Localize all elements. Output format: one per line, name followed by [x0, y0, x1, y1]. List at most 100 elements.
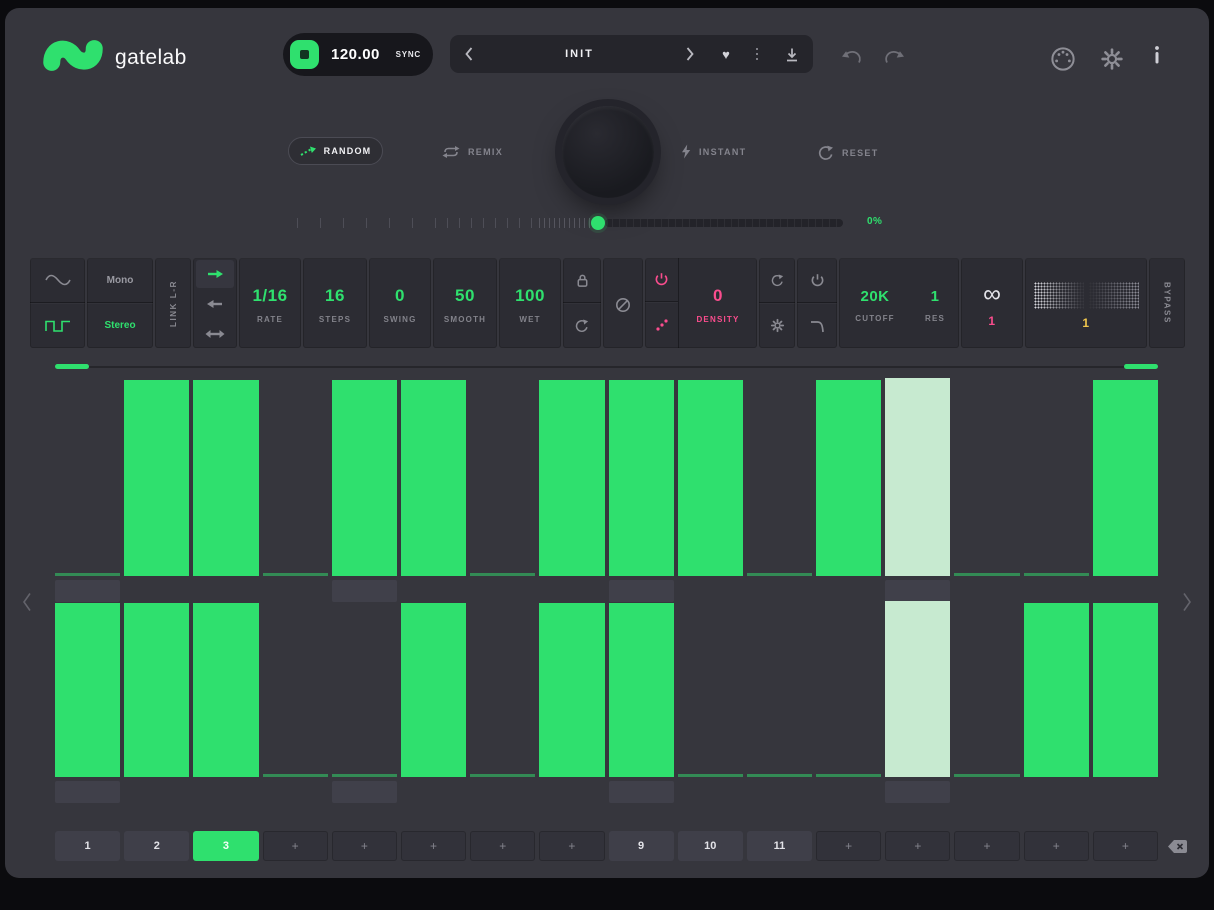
pattern-slot-add[interactable]: +	[401, 831, 466, 861]
bpm-value[interactable]: 120.00	[331, 46, 380, 63]
step-bar-zone[interactable]	[609, 380, 674, 576]
step-bar-zone[interactable]	[470, 603, 535, 777]
sync-toggle[interactable]: SYNC	[396, 50, 433, 59]
step-bar[interactable]	[1093, 380, 1158, 576]
step-column[interactable]	[954, 380, 1019, 603]
filter-power-button[interactable]	[797, 258, 837, 303]
square-wave-button[interactable]	[30, 303, 85, 347]
rate-value[interactable]: 1/16	[252, 286, 287, 306]
step-column[interactable]	[263, 380, 328, 603]
step-bar-zone[interactable]	[55, 380, 120, 576]
sine-wave-button[interactable]	[30, 258, 85, 303]
step-bar-zone[interactable]	[124, 603, 189, 777]
stereo-button[interactable]: Stereo	[87, 303, 153, 347]
step-bar-zone[interactable]	[609, 603, 674, 777]
step-bar-zone[interactable]	[539, 603, 604, 777]
step-column[interactable]	[1093, 603, 1158, 804]
step-bar-zone[interactable]	[401, 603, 466, 777]
step-column[interactable]	[609, 603, 674, 804]
loop-button[interactable]	[563, 303, 601, 347]
step-bar[interactable]	[401, 603, 466, 777]
step-bar-zone[interactable]	[885, 603, 950, 777]
settings-button[interactable]	[1100, 47, 1124, 71]
step-bar-zone[interactable]	[124, 380, 189, 576]
direction-pendulum-button[interactable]	[196, 320, 234, 348]
dither-texture-b-icon[interactable]	[1089, 282, 1139, 309]
preset-name[interactable]: INIT	[488, 48, 671, 60]
step-bar-zone[interactable]	[401, 380, 466, 576]
pattern-slot-2[interactable]: 2	[124, 831, 189, 861]
reset-button[interactable]: RESET	[818, 145, 879, 161]
playhead-bar[interactable]	[885, 601, 950, 777]
step-column[interactable]	[263, 603, 328, 804]
swing-value[interactable]: 0	[395, 286, 405, 306]
loop-count-control[interactable]: ∞ 1	[961, 258, 1023, 348]
random-amount-slider[interactable]	[295, 214, 851, 232]
step-column[interactable]	[885, 380, 950, 603]
favorite-button[interactable]: ♥	[709, 35, 743, 73]
preset-prev-button[interactable]	[450, 35, 488, 73]
step-bar-zone[interactable]	[678, 603, 743, 777]
slider-thumb[interactable]	[591, 216, 605, 230]
res-control[interactable]: 1 RES	[911, 258, 959, 348]
step-bar[interactable]	[193, 603, 258, 777]
sequence-prev-button[interactable]	[22, 592, 32, 612]
step-bar-zone[interactable]	[193, 380, 258, 576]
stop-button[interactable]	[290, 40, 319, 69]
step-column[interactable]	[332, 380, 397, 603]
remix-button[interactable]: REMIX	[442, 145, 503, 159]
cutoff-value[interactable]: 20K	[860, 288, 889, 305]
pattern-slot-11[interactable]: 11	[747, 831, 812, 861]
wet-value[interactable]: 100	[515, 286, 545, 306]
cutoff-control[interactable]: 20K CUTOFF	[839, 258, 911, 348]
pattern-slot-add[interactable]: +	[885, 831, 950, 861]
step-column[interactable]	[1024, 603, 1089, 804]
loop-count-value[interactable]: 1	[988, 314, 995, 328]
step-column[interactable]	[401, 380, 466, 603]
pattern-slot-add[interactable]: +	[332, 831, 397, 861]
step-bar-zone[interactable]	[193, 603, 258, 777]
randomizer-knob[interactable]	[562, 106, 654, 198]
step-bar-zone[interactable]	[55, 603, 120, 777]
pattern-slot-10[interactable]: 10	[678, 831, 743, 861]
instant-button[interactable]: INSTANT	[681, 144, 746, 159]
step-column[interactable]	[1093, 380, 1158, 603]
step-bar-zone[interactable]	[263, 380, 328, 576]
step-bar-zone[interactable]	[263, 603, 328, 777]
step-column[interactable]	[401, 603, 466, 804]
step-bar[interactable]	[124, 380, 189, 576]
preset-menu-button[interactable]	[743, 35, 771, 73]
step-column[interactable]	[55, 603, 120, 804]
density-dice-button[interactable]	[645, 302, 678, 346]
step-column[interactable]	[124, 380, 189, 603]
step-bar-zone[interactable]	[1093, 603, 1158, 777]
step-bar-zone[interactable]	[954, 603, 1019, 777]
step-bar[interactable]	[1024, 603, 1089, 777]
step-bar-zone[interactable]	[1024, 603, 1089, 777]
step-column[interactable]	[816, 380, 881, 603]
step-column[interactable]	[332, 603, 397, 804]
slider-track[interactable]	[605, 219, 843, 227]
playhead-bar[interactable]	[885, 378, 950, 576]
step-bar[interactable]	[609, 603, 674, 777]
lock-button[interactable]	[563, 258, 601, 303]
step-bar-zone[interactable]	[816, 603, 881, 777]
auto-refresh-button[interactable]	[759, 258, 795, 303]
direction-forward-button[interactable]	[196, 260, 234, 288]
steps-value[interactable]: 16	[325, 286, 345, 306]
sequence-next-button[interactable]	[1182, 592, 1192, 612]
step-bar-zone[interactable]	[816, 380, 881, 576]
preset-next-button[interactable]	[671, 35, 709, 73]
undo-button[interactable]	[841, 48, 863, 64]
step-bar-zone[interactable]	[332, 603, 397, 777]
density-control[interactable]: 0 DENSITY	[679, 258, 757, 348]
dither-texture-a-icon[interactable]	[1034, 282, 1084, 309]
pattern-slot-add[interactable]: +	[470, 831, 535, 861]
step-bar-zone[interactable]	[539, 380, 604, 576]
info-button[interactable]	[1153, 46, 1161, 64]
step-bar-zone[interactable]	[1093, 380, 1158, 576]
step-bar-zone[interactable]	[678, 380, 743, 576]
mute-random-cell[interactable]	[603, 258, 643, 348]
range-end-handle[interactable]	[1124, 364, 1158, 369]
random-button[interactable]: RANDOM	[288, 137, 383, 165]
